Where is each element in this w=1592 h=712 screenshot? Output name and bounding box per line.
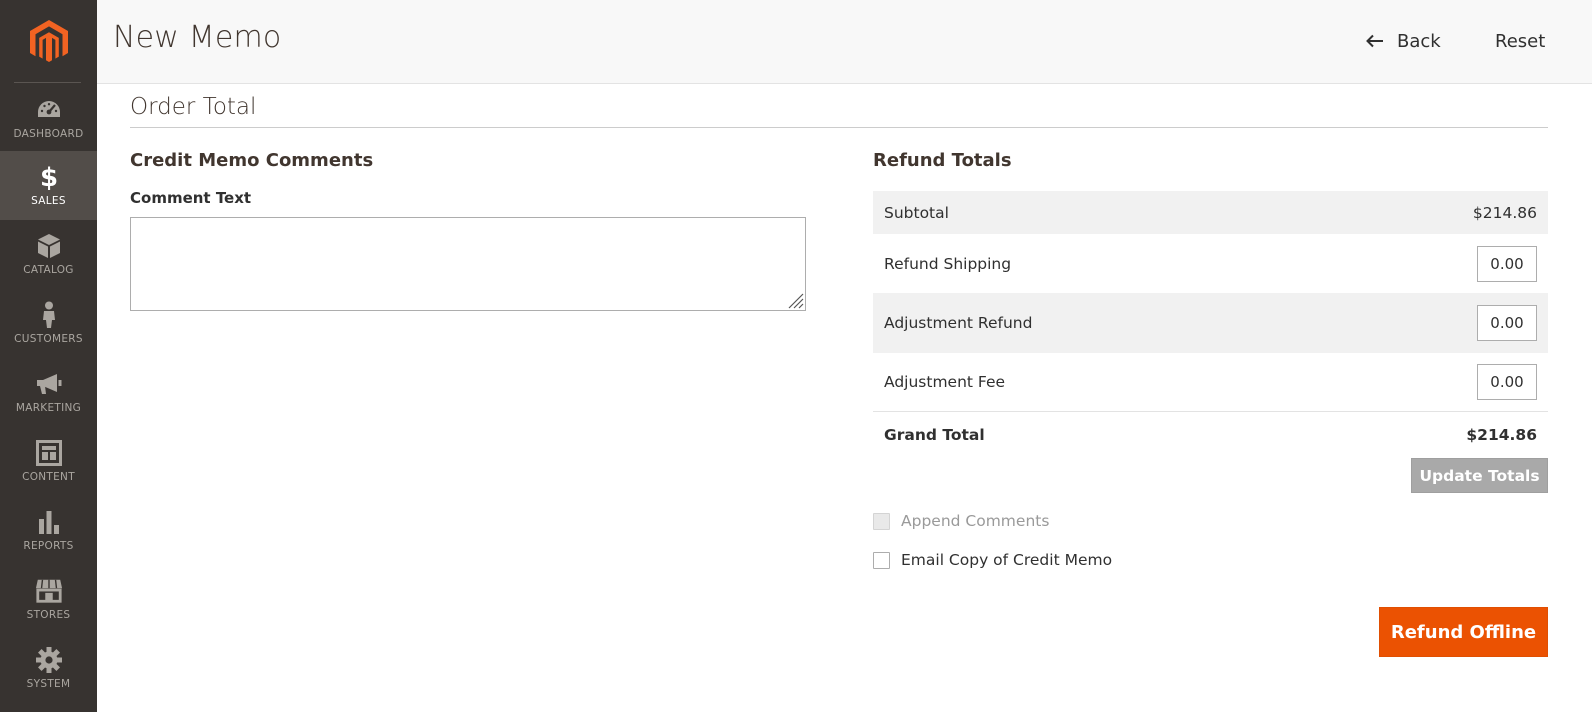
subtotal-row: Subtotal $214.86: [873, 191, 1548, 234]
layout-icon: [35, 439, 63, 467]
email-copy-checkbox[interactable]: [873, 551, 890, 569]
subtotal-value: $214.86: [1472, 203, 1537, 222]
adjustment-fee-row: Adjustment Fee: [873, 353, 1548, 412]
refund-offline-button[interactable]: Refund Offline: [1379, 607, 1548, 657]
sidebar-item-marketing[interactable]: MARKETING: [0, 358, 97, 427]
sidebar-item-label: MARKETING: [15, 402, 82, 414]
sidebar-item-reports[interactable]: REPORTS: [0, 496, 97, 565]
comment-text-label: Comment Text: [130, 189, 252, 207]
megaphone-icon: [35, 370, 63, 398]
append-comments-option: Append Comments: [873, 512, 1049, 530]
storefront-icon: [35, 577, 63, 605]
sidebar-item-system[interactable]: SYSTEM: [0, 634, 97, 703]
sidebar-item-label: SALES: [31, 195, 66, 207]
adjustment-refund-row: Adjustment Refund: [873, 293, 1548, 353]
comment-text-input[interactable]: [130, 217, 806, 311]
append-comments-label: Append Comments: [901, 512, 1050, 530]
grand-total-row: Grand Total $214.86: [873, 412, 1548, 457]
admin-sidebar: DASHBOARD $ SALES CATALOG CUSTOMERS MARK…: [0, 0, 97, 712]
sidebar-item-catalog[interactable]: CATALOG: [0, 220, 97, 289]
subtotal-label: Subtotal: [884, 203, 949, 222]
refund-totals-title: Refund Totals: [873, 150, 1012, 171]
email-copy-option: Email Copy of Credit Memo: [873, 551, 1112, 569]
email-copy-label: Email Copy of Credit Memo: [901, 551, 1113, 569]
page-title: New Memo: [113, 20, 282, 55]
back-button-label: Back: [1397, 30, 1441, 52]
page-header: New Memo Back Reset: [97, 0, 1592, 84]
bar-chart-icon: [35, 508, 63, 536]
back-button[interactable]: Back: [1365, 28, 1441, 54]
sidebar-item-content[interactable]: CONTENT: [0, 427, 97, 496]
magento-logo-icon[interactable]: [0, 0, 97, 83]
svg-text:$: $: [39, 163, 57, 191]
section-divider: [130, 127, 1548, 128]
sidebar-item-customers[interactable]: CUSTOMERS: [0, 289, 97, 358]
dollar-icon: $: [35, 163, 63, 191]
refund-shipping-input[interactable]: [1477, 245, 1537, 282]
sidebar-item-sales[interactable]: $ SALES: [0, 151, 97, 220]
credit-memo-comments-title: Credit Memo Comments: [130, 150, 374, 171]
reset-button-label: Reset: [1495, 30, 1546, 52]
refund-shipping-label: Refund Shipping: [884, 254, 1012, 273]
refund-shipping-row: Refund Shipping: [873, 234, 1548, 293]
grand-total-label: Grand Total: [884, 425, 985, 444]
grand-total-value: $214.86: [1466, 425, 1537, 444]
person-icon: [35, 301, 63, 329]
arrow-left-icon: [1366, 34, 1383, 48]
adjustment-refund-label: Adjustment Refund: [884, 314, 1033, 332]
sidebar-item-label: REPORTS: [23, 540, 74, 552]
sidebar-item-stores[interactable]: STORES: [0, 565, 97, 634]
reset-button[interactable]: Reset: [1495, 28, 1545, 54]
adjustment-refund-input[interactable]: [1477, 305, 1537, 341]
section-title-order-total: Order Total: [130, 94, 257, 120]
sidebar-item-dashboard[interactable]: DASHBOARD: [0, 84, 97, 153]
adjustment-fee-label: Adjustment Fee: [884, 373, 1006, 391]
sidebar-item-label: CUSTOMERS: [14, 333, 83, 345]
gear-icon: [35, 646, 63, 674]
append-comments-checkbox[interactable]: [873, 512, 890, 530]
sidebar-item-label: DASHBOARD: [13, 128, 84, 140]
update-totals-button[interactable]: Update Totals: [1411, 458, 1548, 493]
sidebar-item-label: CONTENT: [22, 471, 75, 483]
refund-totals-table: Subtotal $214.86 Refund Shipping Adjustm…: [873, 191, 1548, 457]
sidebar-divider: [14, 82, 81, 83]
sidebar-item-label: CATALOG: [23, 264, 74, 276]
speedometer-icon: [35, 96, 63, 124]
sidebar-item-label: SYSTEM: [26, 678, 71, 690]
sidebar-item-label: STORES: [26, 609, 71, 621]
adjustment-fee-input[interactable]: [1477, 364, 1537, 400]
cube-icon: [35, 232, 63, 260]
